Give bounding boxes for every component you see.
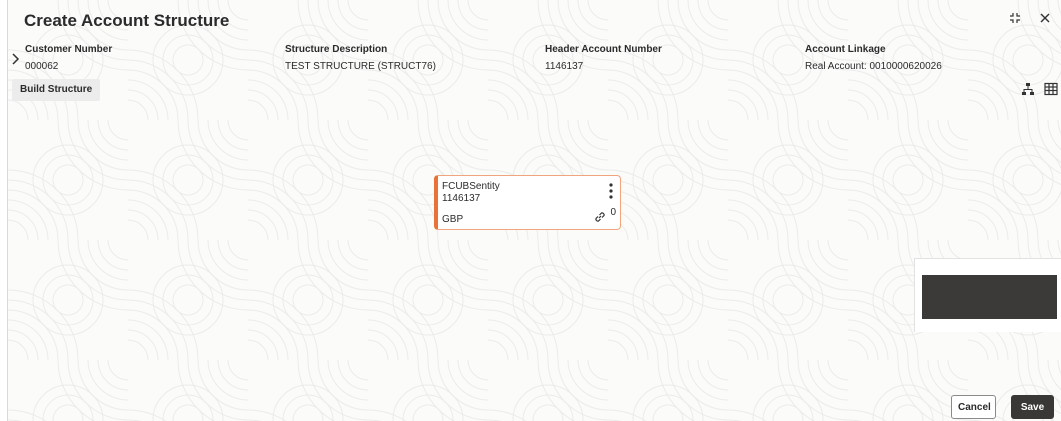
table-view-icon[interactable] xyxy=(1044,82,1058,96)
structure-description-field: Structure Description TEST STRUCTURE (ST… xyxy=(285,44,436,72)
header-account-number-field: Header Account Number 1146137 xyxy=(545,44,662,72)
page-title: Create Account Structure xyxy=(24,11,230,30)
customer-number-field: Customer Number 000062 xyxy=(25,44,112,72)
account-linkage-field: Account Linkage Real Account: 0010000620… xyxy=(805,44,942,72)
node-entity: FCUBSentity xyxy=(442,181,500,192)
minimap[interactable] xyxy=(914,258,1061,332)
node-account-number: 1146137 xyxy=(442,193,481,204)
account-linkage-value: Real Account: 0010000620026 xyxy=(805,61,942,72)
account-node[interactable]: FCUBSentity 1146137 GBP 0 xyxy=(434,175,621,230)
close-icon[interactable] xyxy=(1037,10,1053,26)
expand-icon[interactable] xyxy=(1007,10,1023,26)
account-linkage-label: Account Linkage xyxy=(805,44,886,55)
minimap-viewport[interactable] xyxy=(922,275,1057,319)
cancel-button[interactable]: Cancel xyxy=(951,395,996,419)
customer-number-value: 000062 xyxy=(25,61,59,72)
header-account-number-label: Header Account Number xyxy=(545,44,662,55)
more-options-icon[interactable] xyxy=(607,182,615,200)
chevron-right-icon[interactable] xyxy=(11,52,21,65)
tab-build-structure[interactable]: Build Structure xyxy=(12,79,101,101)
node-currency: GBP xyxy=(442,214,464,225)
hierarchy-icon[interactable] xyxy=(1021,82,1035,96)
customer-number-label: Customer Number xyxy=(25,44,113,55)
link-count: 0 xyxy=(610,207,616,218)
header-account-number-value: 1146137 xyxy=(545,61,584,72)
link-icon[interactable] xyxy=(593,210,607,224)
structure-description-label: Structure Description xyxy=(285,44,388,55)
create-account-structure-window: Create Account Structure Customer Number… xyxy=(7,0,1061,421)
save-button[interactable]: Save xyxy=(1011,395,1054,419)
structure-description-value: TEST STRUCTURE (STRUCT76) xyxy=(285,61,436,72)
